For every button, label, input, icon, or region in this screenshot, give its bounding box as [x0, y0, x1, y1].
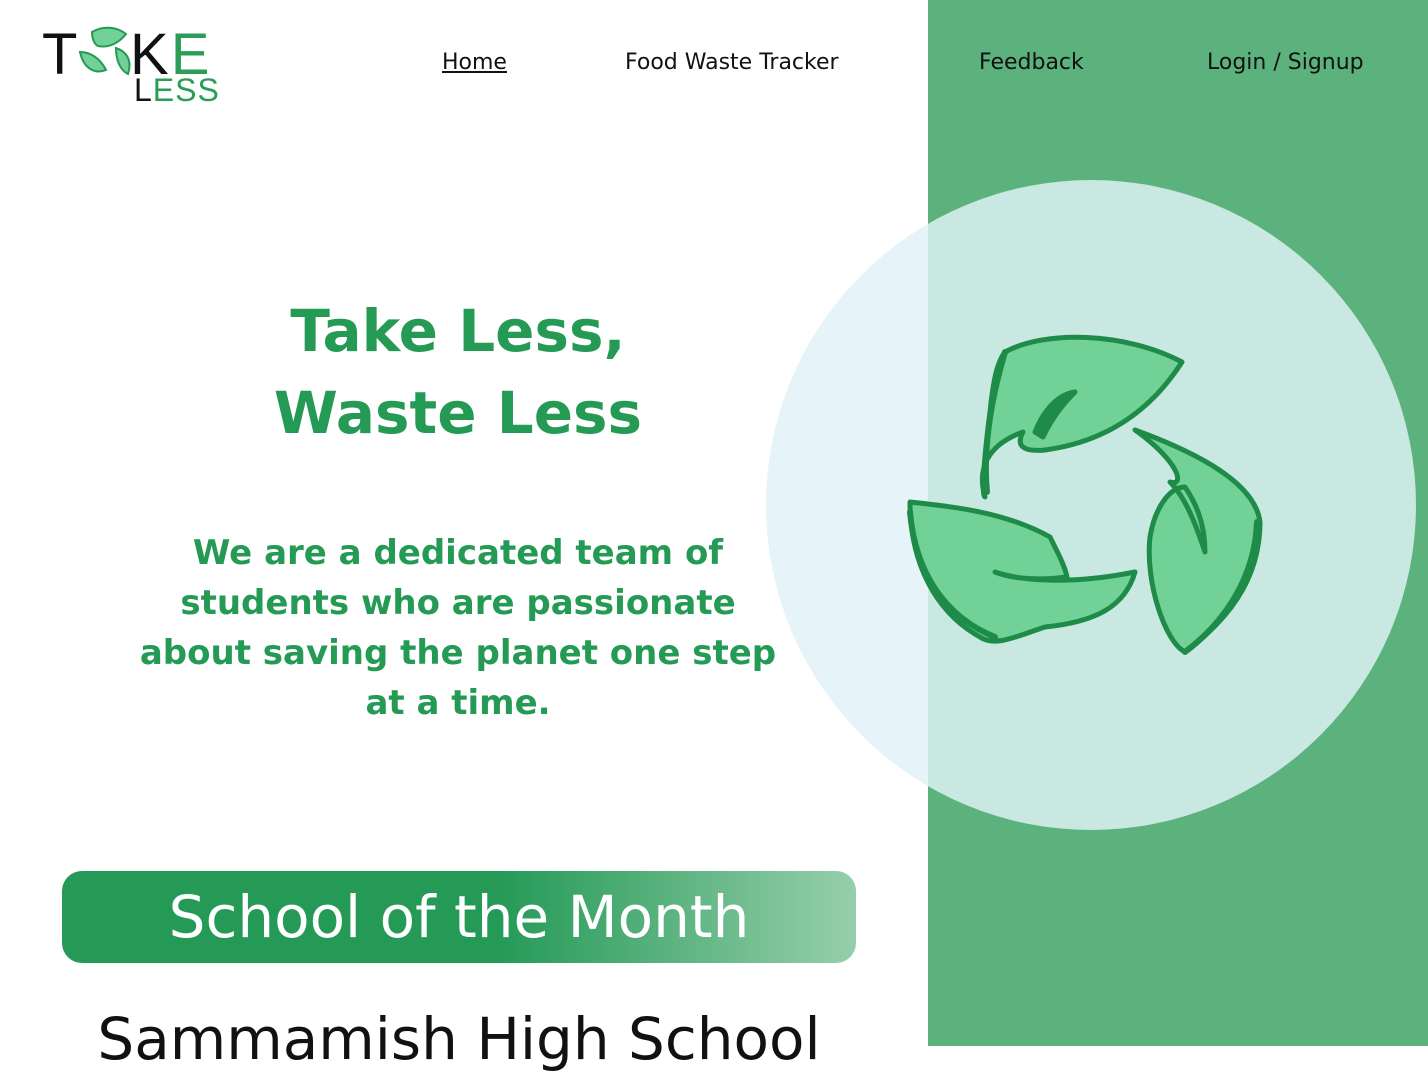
hero-tagline: We are a dedicated team of students who …	[139, 533, 777, 723]
main-nav: Home Food Waste Tracker Feedback Login /…	[0, 50, 1428, 80]
school-of-month-name: Sammamish High School	[97, 1005, 821, 1073]
nav-login-signup-link[interactable]: Login / Signup	[1207, 50, 1364, 75]
school-of-month-label: School of the Month	[168, 883, 750, 951]
headline-line-1: Take Less,	[290, 297, 626, 365]
recycle-leaves-icon	[907, 334, 1263, 655]
nav-home-link[interactable]: Home	[442, 50, 507, 75]
hero-headline: Take Less, Waste Less	[150, 290, 766, 454]
nav-food-waste-tracker-link[interactable]: Food Waste Tracker	[625, 50, 839, 75]
nav-feedback-link[interactable]: Feedback	[979, 50, 1084, 75]
headline-line-2: Waste Less	[273, 379, 643, 447]
school-of-month-banner: School of the Month	[62, 871, 856, 963]
